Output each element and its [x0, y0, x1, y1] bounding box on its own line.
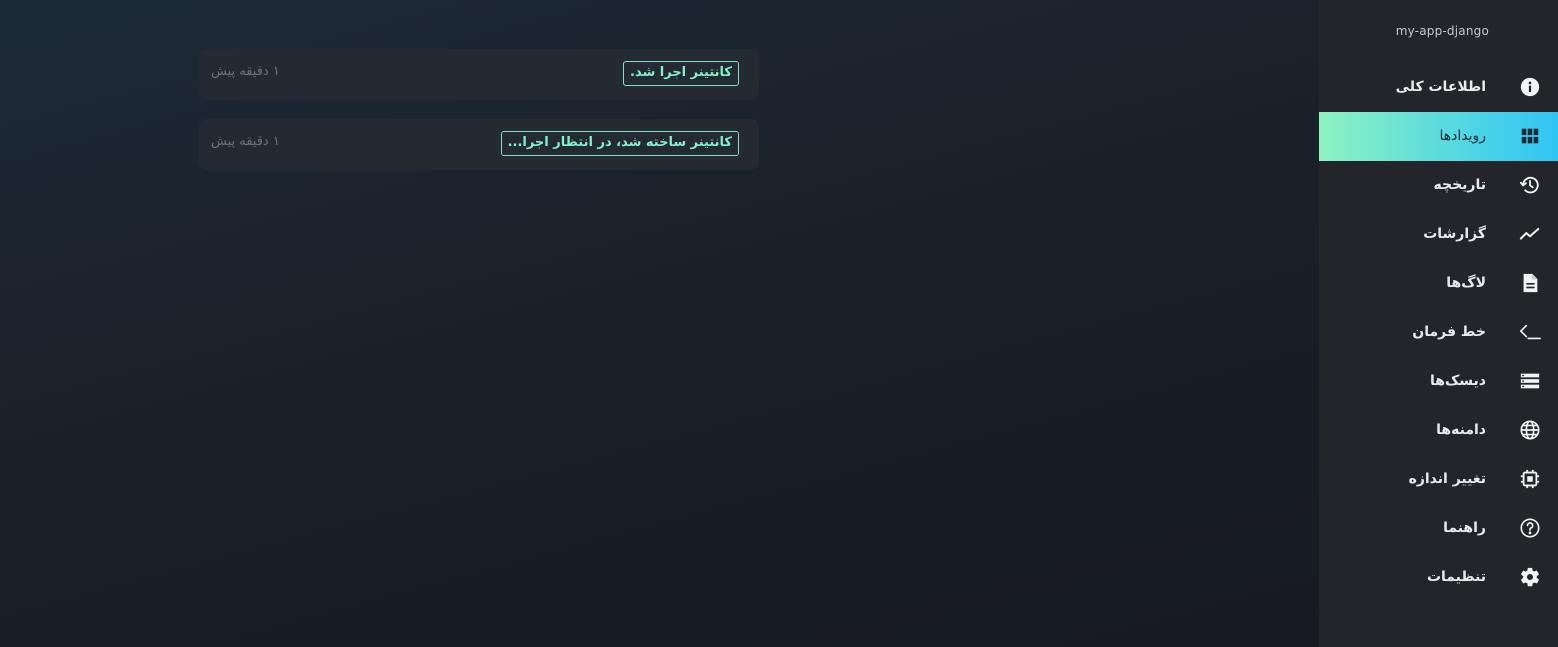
info-icon	[1519, 76, 1541, 98]
sidebar-item-history[interactable]: تاریخچه	[1319, 161, 1558, 210]
sidebar-item-label: دامنه‌ها	[1436, 422, 1486, 438]
events-panel: کانتینر اجرا شد. ۱ دقیقه پیش کانتینر ساخ…	[0, 0, 1319, 647]
sidebar-item-label: تنظیمات	[1426, 569, 1486, 585]
chart-line-icon	[1519, 223, 1541, 245]
event-time: ۱ دقیقه پیش	[211, 134, 280, 149]
sidebar-item-label: گزارشات	[1423, 226, 1486, 242]
sidebar-item-label: راهنما	[1443, 520, 1486, 536]
sidebar-item-label: تغییر اندازه	[1408, 471, 1486, 487]
sidebar-item-domains[interactable]: دامنه‌ها	[1319, 406, 1558, 455]
sidebar-item-label: دیسک‌ها	[1430, 373, 1486, 389]
sidebar-item-label: خط فرمان	[1412, 324, 1486, 340]
sidebar-item-resize[interactable]: تغییر اندازه	[1319, 455, 1558, 504]
event-time: ۱ دقیقه پیش	[211, 64, 280, 79]
event-message: کانتینر اجرا شد.	[623, 61, 739, 86]
sidebar-item-label: اطلاعات کلی	[1395, 79, 1486, 95]
sidebar-item-logs[interactable]: لاگ‌ها	[1319, 259, 1558, 308]
history-icon	[1519, 174, 1541, 196]
gear-icon	[1519, 566, 1541, 588]
event-card: کانتینر اجرا شد. ۱ دقیقه پیش	[199, 49, 759, 100]
event-card: کانتینر ساخته شد، در انتظار اجرا... ۱ دق…	[199, 119, 759, 170]
sidebar-item-settings[interactable]: تنظیمات	[1319, 553, 1558, 602]
sidebar-item-label: تاریخچه	[1433, 177, 1487, 193]
sidebar: my-app-django اطلاعات کلی رویدادها تاریخ…	[1319, 0, 1558, 647]
terminal-icon	[1519, 321, 1541, 343]
sidebar-item-terminal[interactable]: خط فرمان	[1319, 308, 1558, 357]
sidebar-item-label: لاگ‌ها	[1446, 275, 1486, 291]
app-name: my-app-django	[1395, 24, 1489, 38]
sidebar-item-help[interactable]: راهنما	[1319, 504, 1558, 553]
sidebar-item-overview[interactable]: اطلاعات کلی	[1319, 63, 1558, 112]
help-icon	[1519, 517, 1541, 539]
file-text-icon	[1519, 272, 1541, 294]
chip-icon	[1519, 468, 1541, 490]
sidebar-item-reports[interactable]: گزارشات	[1319, 210, 1558, 259]
sidebar-item-events[interactable]: رویدادها	[1319, 112, 1558, 161]
sidebar-item-disks[interactable]: دیسک‌ها	[1319, 357, 1558, 406]
grid-icon	[1519, 125, 1541, 147]
sidebar-item-label: رویدادها	[1439, 128, 1486, 144]
globe-icon	[1519, 419, 1541, 441]
event-message: کانتینر ساخته شد، در انتظار اجرا...	[500, 131, 739, 156]
storage-icon	[1519, 370, 1541, 392]
